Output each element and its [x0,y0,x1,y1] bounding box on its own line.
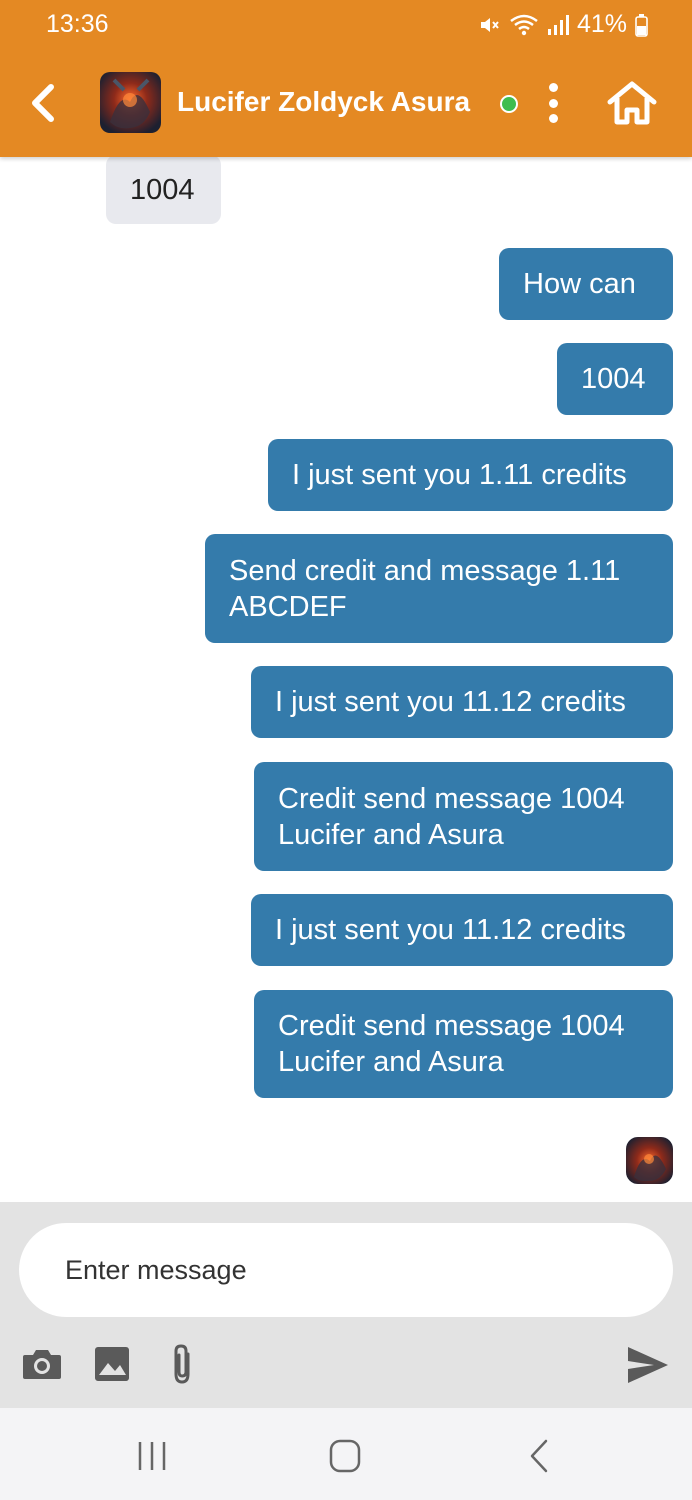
message-text: How can [523,268,636,300]
message-input[interactable] [19,1223,673,1317]
message-text: I just sent you 11.12 credits [275,914,626,946]
back-icon [530,1439,548,1473]
online-status-dot [500,95,518,113]
image-icon [95,1347,129,1381]
status-time: 13:36 [46,10,109,38]
message-text-line: Lucifer and Asura [278,818,504,851]
system-nav-bar [0,1408,692,1500]
gallery-button[interactable] [90,1342,134,1386]
system-home-button[interactable] [323,1436,367,1476]
home-icon [607,81,657,125]
message-bubble-outgoing[interactable]: Credit send message 1004 Lucifer and Asu… [254,990,673,1098]
battery-percent: 41% [576,10,627,38]
battery-icon [635,13,648,37]
message-text-line: Send credit and message 1.11 [229,554,621,587]
mute-icon [477,13,501,37]
recent-apps-button[interactable] [130,1436,174,1476]
message-text: 1004 [581,363,646,395]
message-bubble-outgoing[interactable]: Send credit and message 1.11 ABCDEF [205,534,673,643]
more-vert-icon [548,83,558,92]
message-bubble-outgoing[interactable]: Credit send message 1004 Lucifer and Asu… [254,762,673,871]
contact-avatar[interactable] [100,72,161,133]
message-text-line: Credit send message 1004 [278,1010,625,1042]
message-bubble-outgoing[interactable]: How can [499,248,673,320]
contact-name[interactable]: Lucifer Zoldyck Asura [177,86,470,118]
message-text-line: Credit send message 1004 [278,782,625,815]
attach-button[interactable] [160,1342,204,1386]
wifi-icon [509,13,539,37]
composer-bar [0,1202,692,1408]
message-text: 1004 [130,173,195,206]
message-text-line: Lucifer and Asura [278,1046,504,1078]
message-bubble-outgoing[interactable]: 1004 [557,343,673,415]
send-icon [628,1347,668,1383]
more-options-button[interactable] [541,83,565,123]
camera-icon [23,1350,61,1379]
back-button[interactable] [22,80,62,126]
chevron-left-icon [32,84,54,122]
message-text: I just sent you 1.11 credits [292,459,627,491]
attachment-icon [174,1344,190,1384]
send-button[interactable] [624,1341,672,1389]
message-bubble-outgoing[interactable]: I just sent you 1.11 credits [268,439,673,511]
home-circle-icon [329,1439,361,1473]
message-bubble-outgoing[interactable]: I just sent you 11.12 credits [251,666,673,738]
home-button[interactable] [606,80,658,126]
message-text: I just sent you 11.12 credits [275,686,626,718]
message-bubble-incoming[interactable]: 1004 [106,155,221,224]
message-bubble-outgoing[interactable]: I just sent you 11.12 credits [251,894,673,966]
system-back-button[interactable] [518,1436,562,1476]
signal-icon [547,13,569,37]
status-icons: 41% [477,10,648,39]
message-text-line: ABCDEF [229,590,347,623]
app-header: 13:36 41% Lucifer Zoldyck Asura [0,0,692,157]
typing-avatar [626,1137,673,1184]
camera-button[interactable] [20,1342,64,1386]
recent-apps-icon [138,1442,166,1470]
